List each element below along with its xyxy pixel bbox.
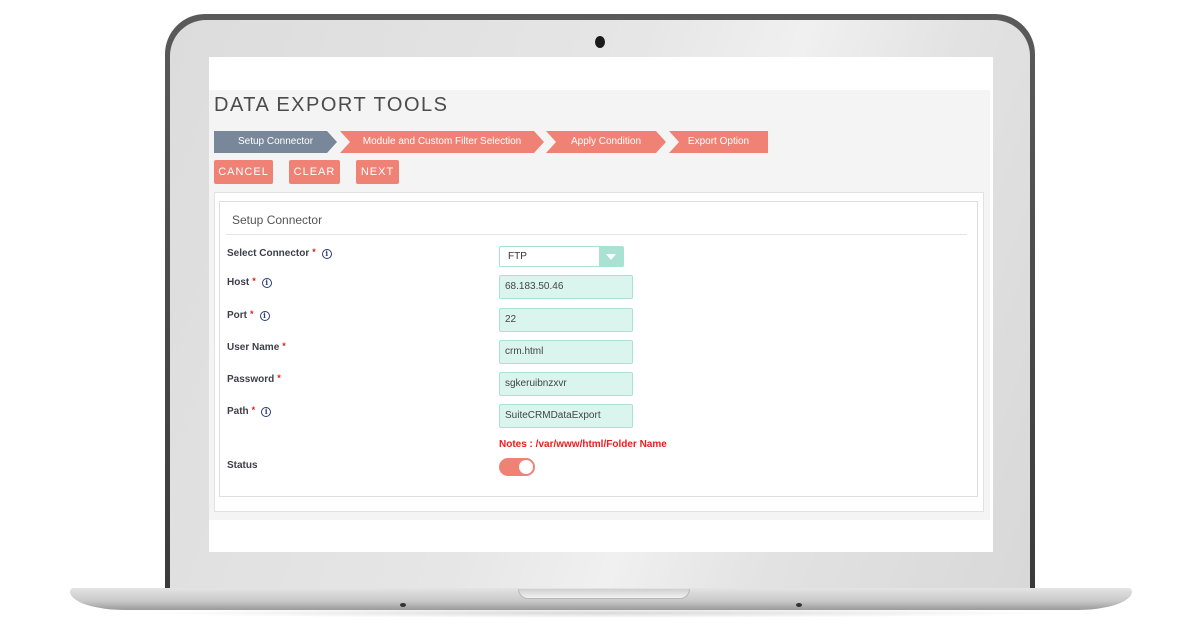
username-input[interactable]: crm.html <box>499 340 633 364</box>
connector-select-value: FTP <box>508 251 527 262</box>
host-label-text: Host <box>227 277 250 288</box>
info-icon[interactable]: i <box>261 406 272 417</box>
step-export-option[interactable]: Export Option <box>669 131 768 153</box>
webcam-icon <box>595 36 605 48</box>
info-icon[interactable]: i <box>259 310 270 321</box>
laptop-notch <box>518 589 690 599</box>
path-label: Path * i <box>227 404 272 417</box>
connector-select[interactable]: FTP <box>499 246 624 267</box>
status-label-text: Status <box>227 460 258 471</box>
info-icon[interactable]: i <box>261 277 272 288</box>
host-label: Host * i <box>227 275 272 288</box>
required-marker: * <box>252 275 256 286</box>
port-input[interactable]: 22 <box>499 308 633 332</box>
path-note: Notes : /var/www/html/Folder Name <box>499 439 667 450</box>
status-toggle[interactable] <box>499 458 535 476</box>
cancel-button[interactable]: CANCEL <box>214 160 273 184</box>
path-label-text: Path <box>227 406 249 417</box>
username-label: User Name * <box>227 340 286 354</box>
password-label-text: Password <box>227 374 275 385</box>
next-button[interactable]: NEXT <box>356 160 399 184</box>
setup-connector-form: Setup Connector Select Connector * i FTP H… <box>219 201 978 497</box>
port-label: Port * i <box>227 308 270 321</box>
laptop-foot <box>796 603 802 607</box>
status-label: Status <box>227 460 258 471</box>
panel-title: Setup Connector <box>232 213 323 227</box>
data-export-app: DATA EXPORT TOOLS Setup Connector Module… <box>209 90 990 520</box>
setup-connector-panel: Setup Connector Select Connector * i FTP H… <box>214 192 984 512</box>
required-marker: * <box>282 340 286 351</box>
password-label: Password * <box>227 372 281 386</box>
required-marker: * <box>312 246 316 257</box>
required-marker: * <box>251 404 256 415</box>
required-marker: * <box>277 372 281 383</box>
port-label-text: Port <box>227 310 247 321</box>
chevron-down-icon[interactable] <box>599 247 623 266</box>
step-setup-connector[interactable]: Setup Connector <box>214 131 337 153</box>
select-connector-label-text: Select Connector <box>227 248 310 259</box>
laptop-screen: DATA EXPORT TOOLS Setup Connector Module… <box>209 57 993 552</box>
step-module-filter-selection[interactable]: Module and Custom Filter Selection <box>340 131 544 153</box>
info-icon[interactable]: i <box>321 248 332 259</box>
panel-divider <box>226 234 967 235</box>
path-input[interactable]: SuiteCRMDataExport <box>499 404 633 428</box>
required-marker: * <box>250 308 254 319</box>
password-input[interactable]: sgkeruibnzxvr <box>499 372 633 396</box>
step-apply-condition[interactable]: Apply Condition <box>546 131 666 153</box>
username-label-text: User Name <box>227 342 280 353</box>
page-title: DATA EXPORT TOOLS <box>214 94 449 116</box>
clear-button[interactable]: CLEAR <box>289 160 340 184</box>
host-input[interactable]: 68.183.50.46 <box>499 275 633 299</box>
laptop-foot <box>400 603 406 607</box>
toggle-knob <box>519 460 533 474</box>
select-connector-label: Select Connector * i <box>227 246 332 259</box>
